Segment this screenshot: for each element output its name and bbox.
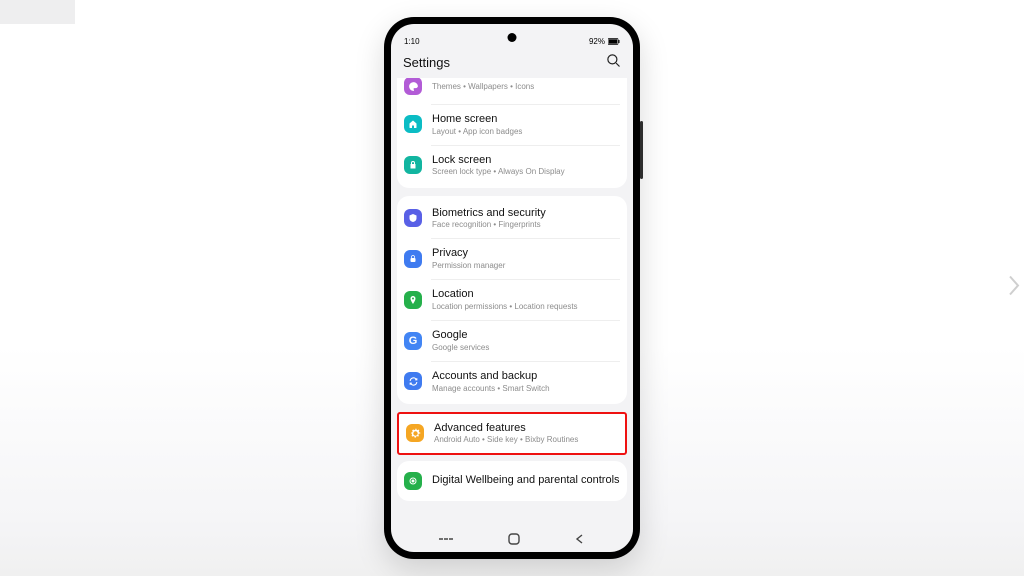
palette-icon xyxy=(404,78,422,95)
page-header: Settings xyxy=(391,46,633,78)
highlight-advanced-features: Advanced features Android Auto • Side ke… xyxy=(397,412,627,455)
privacy-icon xyxy=(404,250,422,268)
page-title: Settings xyxy=(403,55,450,70)
settings-row-themes[interactable]: Themes • Wallpapers • Icons xyxy=(397,78,627,104)
settings-row-home[interactable]: Home screen Layout • App icon badges xyxy=(397,104,627,145)
row-title: Digital Wellbeing and parental controls xyxy=(432,474,620,487)
row-subtitle: Manage accounts • Smart Switch xyxy=(432,384,550,393)
settings-row-lock[interactable]: Lock screen Screen lock type • Always On… xyxy=(397,145,627,186)
row-subtitle: Permission manager xyxy=(432,261,505,270)
row-subtitle: Google services xyxy=(432,343,489,352)
camera-hole-icon xyxy=(508,33,517,42)
settings-row-privacy[interactable]: Privacy Permission manager xyxy=(397,238,627,279)
row-title: Accounts and backup xyxy=(432,370,550,383)
nav-back-icon[interactable] xyxy=(574,533,586,545)
settings-row-advanced[interactable]: Advanced features Android Auto • Side ke… xyxy=(404,418,620,449)
settings-card: Themes • Wallpapers • Icons Home screen … xyxy=(397,78,627,188)
google-icon: G xyxy=(404,332,422,350)
row-subtitle: Layout • App icon badges xyxy=(432,127,522,136)
settings-row-google[interactable]: G Google Google services xyxy=(397,320,627,361)
location-icon xyxy=(404,291,422,309)
phone-frame: 1:10 92% Settings Themes • Wallpapers • … xyxy=(384,17,640,559)
settings-card: Biometrics and security Face recognition… xyxy=(397,196,627,404)
row-title: Advanced features xyxy=(434,422,578,435)
home-icon xyxy=(404,115,422,133)
status-time: 1:10 xyxy=(404,37,420,46)
status-battery: 92% xyxy=(589,37,605,46)
row-title: Home screen xyxy=(432,113,522,126)
row-title: Location xyxy=(432,288,578,301)
system-nav-bar xyxy=(391,526,633,552)
wellbeing-icon xyxy=(404,472,422,490)
search-icon[interactable] xyxy=(606,53,621,71)
row-title: Biometrics and security xyxy=(432,207,546,220)
lock-icon xyxy=(404,156,422,174)
carousel-next-icon[interactable] xyxy=(1006,274,1020,303)
row-subtitle: Screen lock type • Always On Display xyxy=(432,167,565,176)
settings-list: Themes • Wallpapers • Icons Home screen … xyxy=(391,78,633,526)
settings-card: Digital Wellbeing and parental controls xyxy=(397,461,627,501)
row-subtitle: Location permissions • Location requests xyxy=(432,302,578,311)
row-subtitle: Face recognition • Fingerprints xyxy=(432,220,546,229)
row-title: Privacy xyxy=(432,247,505,260)
gear-icon xyxy=(406,424,424,442)
settings-row-biometrics[interactable]: Biometrics and security Face recognition… xyxy=(397,198,627,239)
settings-row-accounts[interactable]: Accounts and backup Manage accounts • Sm… xyxy=(397,361,627,402)
sync-icon xyxy=(404,372,422,390)
shield-icon xyxy=(404,209,422,227)
row-subtitle: Android Auto • Side key • Bixby Routines xyxy=(434,435,578,444)
row-subtitle: Themes • Wallpapers • Icons xyxy=(432,82,534,91)
settings-row-location[interactable]: Location Location permissions • Location… xyxy=(397,279,627,320)
battery-icon xyxy=(608,38,620,45)
row-title: Lock screen xyxy=(432,154,565,167)
row-title: Google xyxy=(432,329,489,342)
settings-row-wellbeing[interactable]: Digital Wellbeing and parental controls xyxy=(397,463,627,499)
tab-stub xyxy=(0,0,75,24)
nav-recent-icon[interactable] xyxy=(438,533,454,545)
phone-screen: 1:10 92% Settings Themes • Wallpapers • … xyxy=(391,24,633,552)
nav-home-icon[interactable] xyxy=(507,532,521,546)
